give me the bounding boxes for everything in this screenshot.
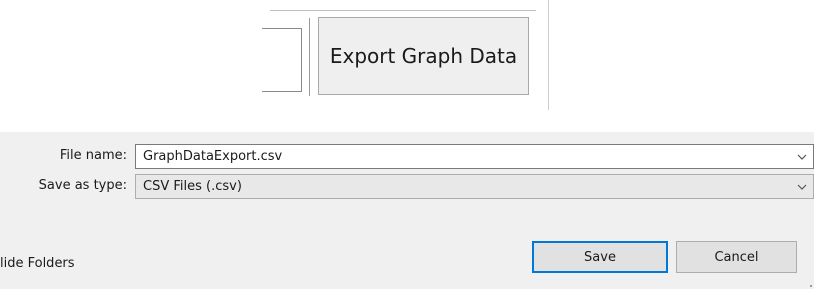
save-as-type-label: Save as type:	[38, 178, 127, 193]
toolbar-separator	[309, 18, 310, 96]
hide-folders-toggle[interactable]: lide Folders	[0, 256, 75, 271]
save-button[interactable]: Save	[532, 241, 668, 273]
chevron-down-icon[interactable]	[797, 182, 807, 192]
screenshot-stage: Export Graph Data File name: GraphDataEx…	[0, 0, 814, 289]
toolbar-right-divider	[548, 0, 549, 110]
file-name-value[interactable]: GraphDataExport.csv	[143, 149, 282, 164]
toolbar-top-border	[270, 10, 536, 11]
toolbar-input-stub[interactable]	[262, 28, 302, 92]
file-name-label: File name:	[59, 148, 127, 163]
file-name-field[interactable]: GraphDataExport.csv	[135, 144, 814, 169]
resize-grip-icon[interactable]	[806, 281, 812, 287]
save-as-type-select[interactable]: CSV Files (.csv)	[135, 174, 814, 199]
export-graph-data-button[interactable]: Export Graph Data	[318, 17, 529, 95]
chevron-down-icon[interactable]	[797, 152, 807, 162]
save-as-type-value[interactable]: CSV Files (.csv)	[143, 179, 242, 194]
cancel-button[interactable]: Cancel	[676, 241, 797, 273]
